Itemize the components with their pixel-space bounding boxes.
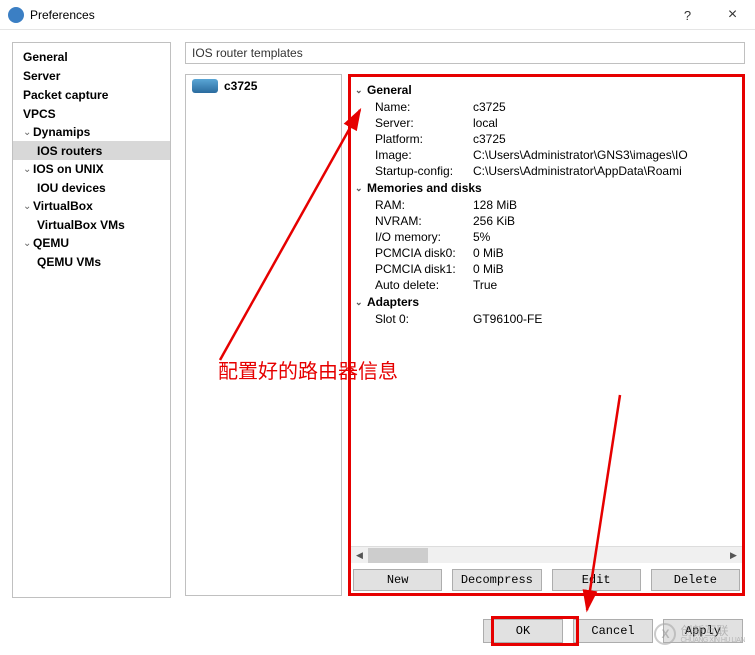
prop-platform: Platform:c3725 <box>355 131 738 147</box>
scroll-thumb[interactable] <box>368 548 428 563</box>
ok-button[interactable]: OK <box>483 619 563 643</box>
caret-down-icon: ⌄ <box>23 127 31 138</box>
sidebar-item-virtualbox-vms[interactable]: VirtualBox VMs <box>13 215 170 234</box>
horizontal-scrollbar[interactable]: ◀ ▶ <box>351 546 742 563</box>
caret-down-icon: ⌄ <box>23 238 31 249</box>
prop-pcmcia-disk0: PCMCIA disk0:0 MiB <box>355 245 738 261</box>
router-list-item[interactable]: c3725 <box>186 75 341 97</box>
delete-button[interactable]: Delete <box>651 569 740 591</box>
scroll-left-icon[interactable]: ◀ <box>351 547 368 564</box>
dialog-buttons: OK Cancel Apply <box>483 619 743 643</box>
scroll-right-icon[interactable]: ▶ <box>725 547 742 564</box>
prop-io-memory: I/O memory:5% <box>355 229 738 245</box>
sidebar-group-qemu[interactable]: ⌄QEMU <box>13 234 170 252</box>
sidebar-group-virtualbox[interactable]: ⌄VirtualBox <box>13 197 170 215</box>
sidebar-item-general[interactable]: General <box>13 47 170 66</box>
prop-server: Server:local <box>355 115 738 131</box>
sidebar-item-server[interactable]: Server <box>13 66 170 85</box>
group-general[interactable]: ⌄General <box>355 81 738 99</box>
router-icon <box>192 79 218 93</box>
detail-panel-highlight: ⌄General Name:c3725 Server:local Platfor… <box>348 74 745 596</box>
prop-startup-config: Startup-config:C:\Users\Administrator\Ap… <box>355 163 738 179</box>
titlebar: Preferences ? × <box>0 0 755 30</box>
window-controls: ? × <box>665 0 755 30</box>
prop-pcmcia-disk1: PCMCIA disk1:0 MiB <box>355 261 738 277</box>
prop-slot0: Slot 0:GT96100-FE <box>355 311 738 327</box>
group-adapters[interactable]: ⌄Adapters <box>355 293 738 311</box>
caret-down-icon: ⌄ <box>23 201 31 212</box>
group-memories[interactable]: ⌄Memories and disks <box>355 179 738 197</box>
sidebar-group-dynamips[interactable]: ⌄Dynamips <box>13 123 170 141</box>
cancel-button[interactable]: Cancel <box>573 619 653 643</box>
caret-down-icon: ⌄ <box>23 164 31 175</box>
main-header: IOS router templates <box>185 42 745 64</box>
prop-image: Image:C:\Users\Administrator\GNS3\images… <box>355 147 738 163</box>
prop-nvram: NVRAM:256 KiB <box>355 213 738 229</box>
caret-down-icon: ⌄ <box>355 297 365 308</box>
detail-panel: ⌄General Name:c3725 Server:local Platfor… <box>351 77 742 563</box>
sidebar-item-ios-routers[interactable]: IOS routers <box>13 141 170 160</box>
sidebar-item-vpcs[interactable]: VPCS <box>13 104 170 123</box>
prop-ram: RAM:128 MiB <box>355 197 738 213</box>
new-button[interactable]: New <box>353 569 442 591</box>
apply-button[interactable]: Apply <box>663 619 743 643</box>
router-list[interactable]: c3725 <box>185 74 342 596</box>
window-title-group: Preferences <box>8 7 95 23</box>
sidebar-item-packet-capture[interactable]: Packet capture <box>13 85 170 104</box>
window-title: Preferences <box>30 8 95 22</box>
caret-down-icon: ⌄ <box>355 183 365 194</box>
prop-name: Name:c3725 <box>355 99 738 115</box>
app-icon <box>8 7 24 23</box>
sidebar: General Server Packet capture VPCS ⌄Dyna… <box>12 42 171 598</box>
template-buttons: New Decompress Edit Delete <box>351 567 742 593</box>
sidebar-item-iou-devices[interactable]: IOU devices <box>13 178 170 197</box>
caret-down-icon: ⌄ <box>355 85 365 96</box>
prop-auto-delete: Auto delete:True <box>355 277 738 293</box>
sidebar-item-qemu-vms[interactable]: QEMU VMs <box>13 252 170 271</box>
close-button[interactable]: × <box>710 0 755 30</box>
sidebar-group-ios-unix[interactable]: ⌄IOS on UNIX <box>13 160 170 178</box>
decompress-button[interactable]: Decompress <box>452 569 541 591</box>
help-button[interactable]: ? <box>665 0 710 30</box>
edit-button[interactable]: Edit <box>552 569 641 591</box>
